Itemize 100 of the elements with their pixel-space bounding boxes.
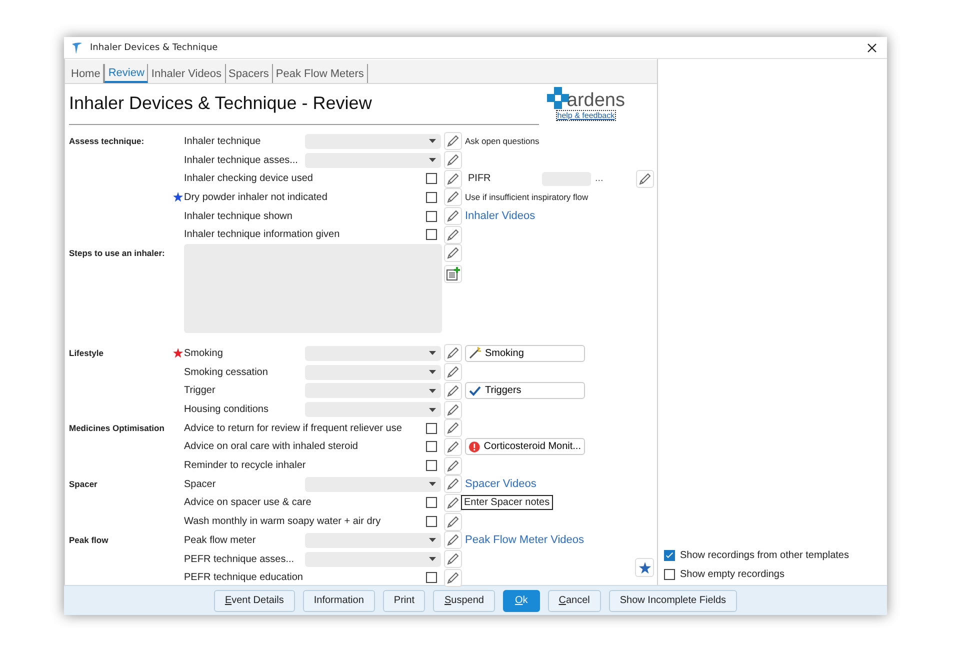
pencil-icon xyxy=(445,494,461,511)
hint-text: Ask open questions xyxy=(465,136,540,146)
edit-button[interactable] xyxy=(444,494,462,512)
field-label: Reminder to recycle inhaler xyxy=(184,460,307,472)
pencil-icon xyxy=(445,345,461,362)
window-title: Inhaler Devices & Technique xyxy=(90,42,219,52)
pencil-icon xyxy=(445,551,461,568)
section-label: Steps to use an inhaler: xyxy=(69,248,165,258)
caret-icon xyxy=(429,351,436,356)
pencil-icon xyxy=(445,514,461,530)
field-label: PEFR technique education xyxy=(184,572,304,584)
hint-text: Use if insufficient inspiratory flow xyxy=(465,192,588,202)
checkbox[interactable] xyxy=(426,516,437,528)
pencil-icon xyxy=(445,382,461,399)
pencil-icon xyxy=(445,458,461,474)
close-icon xyxy=(867,42,877,52)
checkbox[interactable] xyxy=(664,550,675,561)
favourite-button[interactable] xyxy=(635,558,654,577)
video-link[interactable]: Inhaler Videos xyxy=(465,210,536,222)
video-link[interactable]: Spacer Videos xyxy=(465,478,536,490)
pencil-icon xyxy=(445,152,461,168)
tooltip: Enter Spacer notes xyxy=(461,495,553,510)
section-label: Peak flow xyxy=(69,535,108,545)
pencil-icon xyxy=(445,476,461,492)
logo-text: ardens xyxy=(566,92,625,109)
caret-icon xyxy=(429,370,436,374)
help-link[interactable]: help & feedback xyxy=(556,110,616,121)
close-button[interactable] xyxy=(865,40,879,54)
checkbox[interactable] xyxy=(426,460,437,472)
video-link[interactable]: Peak Flow Meter Videos xyxy=(465,534,584,546)
option-label: Show empty recordings xyxy=(680,569,784,580)
linked-template-button[interactable]: Smoking xyxy=(465,344,585,362)
pencil-icon xyxy=(445,170,461,187)
field-label: Wash monthly in warm soapy water + air dry xyxy=(184,516,382,528)
footer-button[interactable]: Suspend xyxy=(433,590,495,612)
section-label: Medicines Optimisation xyxy=(69,422,164,433)
checkbox[interactable] xyxy=(426,229,437,240)
checkbox[interactable] xyxy=(426,173,437,184)
caret-icon xyxy=(429,557,436,562)
checkbox[interactable] xyxy=(426,497,437,508)
field-label: Spacer xyxy=(184,478,217,490)
star-icon xyxy=(638,562,650,574)
section-label: Assess technique: xyxy=(69,136,144,146)
footer-button[interactable]: Cancel xyxy=(548,590,601,612)
option-label: Show recordings from other templates xyxy=(680,550,849,561)
pencil-icon xyxy=(445,226,461,243)
checkbox[interactable] xyxy=(426,422,437,434)
field-label: Housing conditions xyxy=(184,404,270,416)
pencil-icon xyxy=(445,532,461,548)
checkbox[interactable] xyxy=(664,569,675,580)
field-label: Smoking xyxy=(184,348,224,359)
field-label: Dry powder inhaler not indicated xyxy=(184,192,328,203)
field-label: Inhaler technique asses... xyxy=(184,154,299,166)
pencil-icon xyxy=(445,133,461,150)
ok-button[interactable]: Ok xyxy=(502,590,540,612)
caret-icon xyxy=(429,538,436,542)
field-label: Peak flow meter xyxy=(184,534,257,546)
app-icon xyxy=(70,40,84,54)
caret-icon xyxy=(429,482,436,486)
checkbox[interactable] xyxy=(426,441,437,452)
pencil-icon xyxy=(445,420,461,436)
section-label: Spacer xyxy=(69,478,98,489)
tab[interactable]: Peak Flow Meters xyxy=(272,64,368,83)
section-label: Lifestyle xyxy=(69,348,104,358)
footer-button[interactable]: Event Details xyxy=(214,590,295,612)
pencil-icon xyxy=(445,364,461,380)
cross-logo-icon xyxy=(546,87,569,109)
footer-button[interactable]: Show Incomplete Fields xyxy=(608,590,738,612)
pencil-icon xyxy=(445,438,461,455)
pencil-icon xyxy=(445,402,461,418)
tab[interactable]: Spacers xyxy=(226,64,273,83)
field-label: Advice on oral care with inhaled steroid xyxy=(184,441,359,452)
footer-button[interactable]: Information xyxy=(302,590,375,612)
caret-icon xyxy=(429,158,436,162)
tab[interactable]: Review xyxy=(104,64,148,83)
tab[interactable]: Inhaler Videos xyxy=(148,64,226,83)
ellipsis-text: ... xyxy=(595,173,604,184)
pencil-icon xyxy=(637,170,653,187)
footer-button[interactable]: Print xyxy=(382,590,426,612)
caret-icon xyxy=(429,139,436,144)
field-label: Smoking cessation xyxy=(184,366,269,378)
field-label: PEFR technique asses... xyxy=(184,554,296,565)
field-label: Trigger xyxy=(184,385,216,396)
add-note-button[interactable] xyxy=(444,265,462,284)
linked-template-button[interactable]: Corticosteroid Monit... xyxy=(465,438,585,456)
tab[interactable]: Home xyxy=(68,64,104,83)
checkbox[interactable] xyxy=(426,210,437,222)
checkbox[interactable] xyxy=(426,192,437,203)
caret-icon xyxy=(429,408,436,412)
field-label: Advice on spacer use & care xyxy=(184,497,312,508)
page-heading: Inhaler Devices & Technique - Review xyxy=(69,93,373,114)
check-icon xyxy=(469,384,481,397)
field-label: Inhaler checking device used xyxy=(184,173,314,184)
document-add-icon xyxy=(445,266,461,282)
pencil-icon xyxy=(445,189,461,206)
pencil-icon xyxy=(445,208,461,224)
field-label: Inhaler technique information given xyxy=(184,229,341,240)
linked-template-button[interactable]: Triggers xyxy=(465,382,585,400)
pencil-icon xyxy=(445,570,461,586)
checkbox[interactable] xyxy=(426,572,437,584)
